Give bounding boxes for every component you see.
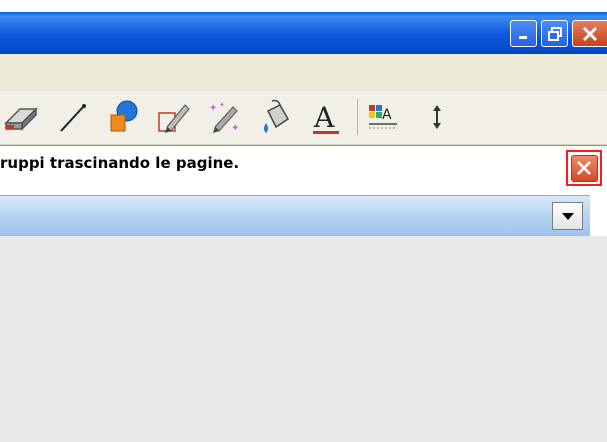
shapes-tool[interactable] (105, 97, 141, 137)
text-tool[interactable]: A (310, 97, 346, 137)
info-close-button-face (570, 154, 598, 182)
text-icon: A (313, 101, 339, 134)
dropdown-toggle-button[interactable] (552, 202, 583, 230)
restore-icon (547, 26, 562, 41)
shapes-icon (110, 100, 138, 132)
menu-bar (0, 54, 607, 91)
resize-icon (433, 105, 441, 129)
line-icon (60, 104, 86, 132)
fill-icon (264, 99, 289, 133)
page-group-dropdown[interactable] (0, 195, 590, 237)
resize-tool[interactable] (425, 97, 449, 137)
window-close-button[interactable] (572, 20, 607, 47)
toolbar-separator (357, 99, 358, 135)
svg-text:✦: ✦ (231, 123, 239, 134)
line-tool[interactable] (55, 97, 91, 137)
close-icon (577, 161, 591, 175)
pencil-icon (158, 104, 190, 133)
eraser-icon (4, 107, 38, 131)
eraser-tool[interactable] (2, 97, 38, 137)
fill-tool[interactable] (258, 97, 294, 137)
toolbar: ✦ ✦ ✦ A A (0, 91, 607, 145)
info-close-button[interactable] (566, 150, 602, 186)
info-message: ruppi trascinando le pagine. (0, 154, 240, 172)
svg-text:✦: ✦ (209, 103, 217, 114)
minimize-icon (518, 35, 527, 39)
close-icon (582, 26, 598, 41)
svg-text:A: A (382, 107, 392, 123)
table-icon: A (369, 105, 397, 129)
restore-button[interactable] (541, 20, 568, 47)
magic-pen-tool[interactable]: ✦ ✦ ✦ (205, 97, 241, 137)
title-bar (0, 12, 607, 54)
info-bar: ruppi trascinando le pagine. (0, 145, 607, 190)
minimize-button[interactable] (510, 20, 537, 47)
chevron-down-icon (561, 212, 574, 220)
svg-text:✦: ✦ (219, 101, 225, 109)
magic-pen-icon: ✦ ✦ ✦ (209, 101, 239, 134)
pencil-tool[interactable] (155, 97, 191, 137)
svg-text:A: A (313, 101, 335, 134)
table-tool[interactable]: A (365, 97, 401, 137)
page-sorter-panel (0, 236, 607, 442)
